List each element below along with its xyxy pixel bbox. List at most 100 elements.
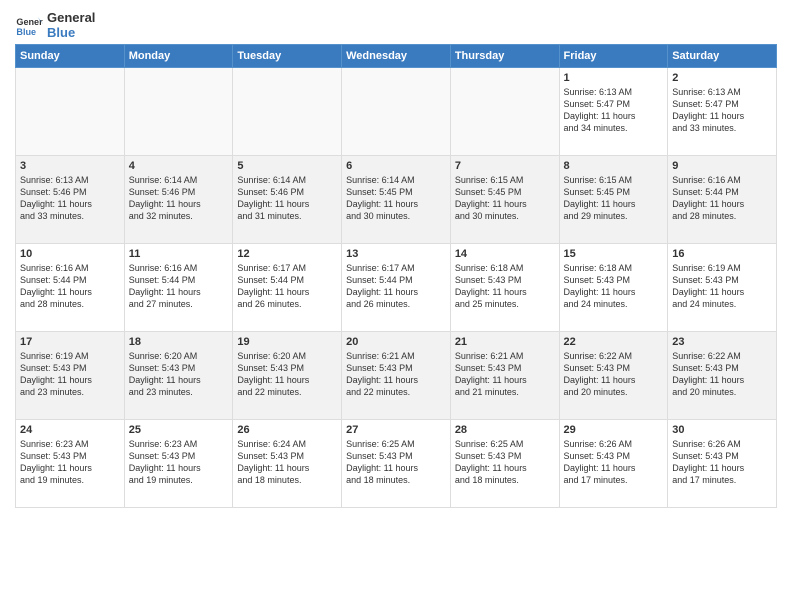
day-info: Sunrise: 6:23 AM Sunset: 5:43 PM Dayligh… — [129, 438, 229, 487]
day-number: 2 — [672, 72, 772, 84]
day-number: 8 — [564, 160, 664, 172]
day-number: 1 — [564, 72, 664, 84]
day-info: Sunrise: 6:13 AM Sunset: 5:47 PM Dayligh… — [564, 86, 664, 135]
day-cell: 3 Sunrise: 6:13 AM Sunset: 5:46 PM Daylig… — [16, 156, 125, 244]
day-info: Sunrise: 6:13 AM Sunset: 5:47 PM Dayligh… — [672, 86, 772, 135]
day-info: Sunrise: 6:23 AM Sunset: 5:43 PM Dayligh… — [20, 438, 120, 487]
day-cell: 25 Sunrise: 6:23 AM Sunset: 5:43 PM Dayli… — [124, 420, 233, 508]
day-cell — [233, 68, 342, 156]
day-cell: 17Sunrise: 6:19 AM Sunset: 5:43 PM Dayli… — [16, 332, 125, 420]
calendar-table: SundayMondayTuesdayWednesdayThursdayFrid… — [15, 44, 777, 508]
logo: General Blue General Blue — [15, 10, 95, 40]
day-cell: 18Sunrise: 6:20 AM Sunset: 5:43 PM Dayli… — [124, 332, 233, 420]
svg-text:General: General — [16, 17, 43, 27]
day-info: Sunrise: 6:17 AM Sunset: 5:44 PM Dayligh… — [346, 262, 446, 311]
day-info: Sunrise: 6:25 AM Sunset: 5:43 PM Dayligh… — [455, 438, 555, 487]
day-info: Sunrise: 6:25 AM Sunset: 5:43 PM Dayligh… — [346, 438, 446, 487]
day-info: Sunrise: 6:20 AM Sunset: 5:43 PM Dayligh… — [129, 350, 229, 399]
header-day-sunday: Sunday — [16, 45, 125, 68]
day-info: Sunrise: 6:13 AM Sunset: 5:46 PM Dayligh… — [20, 174, 120, 223]
day-cell: 13 Sunrise: 6:17 AM Sunset: 5:44 PM Dayli… — [342, 244, 451, 332]
day-info: Sunrise: 6:22 AM Sunset: 5:43 PM Dayligh… — [564, 350, 664, 399]
svg-text:Blue: Blue — [16, 27, 36, 37]
day-info: Sunrise: 6:20 AM Sunset: 5:43 PM Dayligh… — [237, 350, 337, 399]
calendar-header: SundayMondayTuesdayWednesdayThursdayFrid… — [16, 45, 777, 68]
day-number: 28 — [455, 424, 555, 436]
day-cell — [342, 68, 451, 156]
day-number: 30 — [672, 424, 772, 436]
day-cell: 11Sunrise: 6:16 AM Sunset: 5:44 PM Dayli… — [124, 244, 233, 332]
day-number: 13 — [346, 248, 446, 260]
day-number: 16 — [672, 248, 772, 260]
day-number: 25 — [129, 424, 229, 436]
day-cell — [450, 68, 559, 156]
day-number: 17 — [20, 336, 120, 348]
week-row-2: 3 Sunrise: 6:13 AM Sunset: 5:46 PM Daylig… — [16, 156, 777, 244]
day-number: 27 — [346, 424, 446, 436]
day-number: 6 — [346, 160, 446, 172]
day-cell: 6 Sunrise: 6:14 AM Sunset: 5:45 PM Daylig… — [342, 156, 451, 244]
day-info: Sunrise: 6:14 AM Sunset: 5:46 PM Dayligh… — [129, 174, 229, 223]
day-info: Sunrise: 6:15 AM Sunset: 5:45 PM Dayligh… — [564, 174, 664, 223]
day-info: Sunrise: 6:19 AM Sunset: 5:43 PM Dayligh… — [672, 262, 772, 311]
day-cell: 2 Sunrise: 6:13 AM Sunset: 5:47 PM Daylig… — [668, 68, 777, 156]
day-cell: 30 Sunrise: 6:26 AM Sunset: 5:43 PM Dayli… — [668, 420, 777, 508]
day-cell: 5 Sunrise: 6:14 AM Sunset: 5:46 PM Daylig… — [233, 156, 342, 244]
day-cell: 20Sunrise: 6:21 AM Sunset: 5:43 PM Dayli… — [342, 332, 451, 420]
day-cell: 29 Sunrise: 6:26 AM Sunset: 5:43 PM Dayli… — [559, 420, 668, 508]
day-info: Sunrise: 6:21 AM Sunset: 5:43 PM Dayligh… — [346, 350, 446, 399]
header-day-saturday: Saturday — [668, 45, 777, 68]
day-cell: 23Sunrise: 6:22 AM Sunset: 5:43 PM Dayli… — [668, 332, 777, 420]
day-cell: 22 Sunrise: 6:22 AM Sunset: 5:43 PM Dayli… — [559, 332, 668, 420]
header: General Blue General Blue — [15, 10, 777, 40]
day-cell: 16 Sunrise: 6:19 AM Sunset: 5:43 PM Dayli… — [668, 244, 777, 332]
logo-icon: General Blue — [15, 11, 43, 39]
day-number: 24 — [20, 424, 120, 436]
day-cell: 14Sunrise: 6:18 AM Sunset: 5:43 PM Dayli… — [450, 244, 559, 332]
day-cell: 7 Sunrise: 6:15 AM Sunset: 5:45 PM Daylig… — [450, 156, 559, 244]
day-number: 4 — [129, 160, 229, 172]
day-number: 29 — [564, 424, 664, 436]
day-cell: 10Sunrise: 6:16 AM Sunset: 5:44 PM Dayli… — [16, 244, 125, 332]
week-row-1: 1 Sunrise: 6:13 AM Sunset: 5:47 PM Daylig… — [16, 68, 777, 156]
day-number: 12 — [237, 248, 337, 260]
calendar-body: 1 Sunrise: 6:13 AM Sunset: 5:47 PM Daylig… — [16, 68, 777, 508]
day-number: 22 — [564, 336, 664, 348]
day-info: Sunrise: 6:21 AM Sunset: 5:43 PM Dayligh… — [455, 350, 555, 399]
day-info: Sunrise: 6:14 AM Sunset: 5:45 PM Dayligh… — [346, 174, 446, 223]
header-row: SundayMondayTuesdayWednesdayThursdayFrid… — [16, 45, 777, 68]
day-number: 19 — [237, 336, 337, 348]
header-day-monday: Monday — [124, 45, 233, 68]
week-row-5: 24 Sunrise: 6:23 AM Sunset: 5:43 PM Dayli… — [16, 420, 777, 508]
day-number: 3 — [20, 160, 120, 172]
day-info: Sunrise: 6:15 AM Sunset: 5:45 PM Dayligh… — [455, 174, 555, 223]
day-number: 21 — [455, 336, 555, 348]
day-info: Sunrise: 6:26 AM Sunset: 5:43 PM Dayligh… — [564, 438, 664, 487]
day-cell: 15Sunrise: 6:18 AM Sunset: 5:43 PM Dayli… — [559, 244, 668, 332]
day-number: 14 — [455, 248, 555, 260]
day-cell: 12 Sunrise: 6:17 AM Sunset: 5:44 PM Dayli… — [233, 244, 342, 332]
day-cell: 9Sunrise: 6:16 AM Sunset: 5:44 PM Daylig… — [668, 156, 777, 244]
day-info: Sunrise: 6:24 AM Sunset: 5:43 PM Dayligh… — [237, 438, 337, 487]
day-cell: 21 Sunrise: 6:21 AM Sunset: 5:43 PM Dayli… — [450, 332, 559, 420]
day-cell: 26 Sunrise: 6:24 AM Sunset: 5:43 PM Dayli… — [233, 420, 342, 508]
day-info: Sunrise: 6:16 AM Sunset: 5:44 PM Dayligh… — [672, 174, 772, 223]
day-info: Sunrise: 6:26 AM Sunset: 5:43 PM Dayligh… — [672, 438, 772, 487]
logo-general: General — [47, 10, 95, 25]
day-cell: 19 Sunrise: 6:20 AM Sunset: 5:43 PM Dayli… — [233, 332, 342, 420]
week-row-3: 10Sunrise: 6:16 AM Sunset: 5:44 PM Dayli… — [16, 244, 777, 332]
day-number: 7 — [455, 160, 555, 172]
week-row-4: 17Sunrise: 6:19 AM Sunset: 5:43 PM Dayli… — [16, 332, 777, 420]
day-cell: 8 Sunrise: 6:15 AM Sunset: 5:45 PM Daylig… — [559, 156, 668, 244]
day-number: 15 — [564, 248, 664, 260]
day-cell — [124, 68, 233, 156]
page-container: General Blue General Blue SundayMondayTu… — [0, 0, 792, 518]
day-info: Sunrise: 6:14 AM Sunset: 5:46 PM Dayligh… — [237, 174, 337, 223]
day-info: Sunrise: 6:16 AM Sunset: 5:44 PM Dayligh… — [129, 262, 229, 311]
day-number: 5 — [237, 160, 337, 172]
day-info: Sunrise: 6:17 AM Sunset: 5:44 PM Dayligh… — [237, 262, 337, 311]
day-info: Sunrise: 6:22 AM Sunset: 5:43 PM Dayligh… — [672, 350, 772, 399]
day-info: Sunrise: 6:16 AM Sunset: 5:44 PM Dayligh… — [20, 262, 120, 311]
day-number: 26 — [237, 424, 337, 436]
day-cell: 27 Sunrise: 6:25 AM Sunset: 5:43 PM Dayli… — [342, 420, 451, 508]
